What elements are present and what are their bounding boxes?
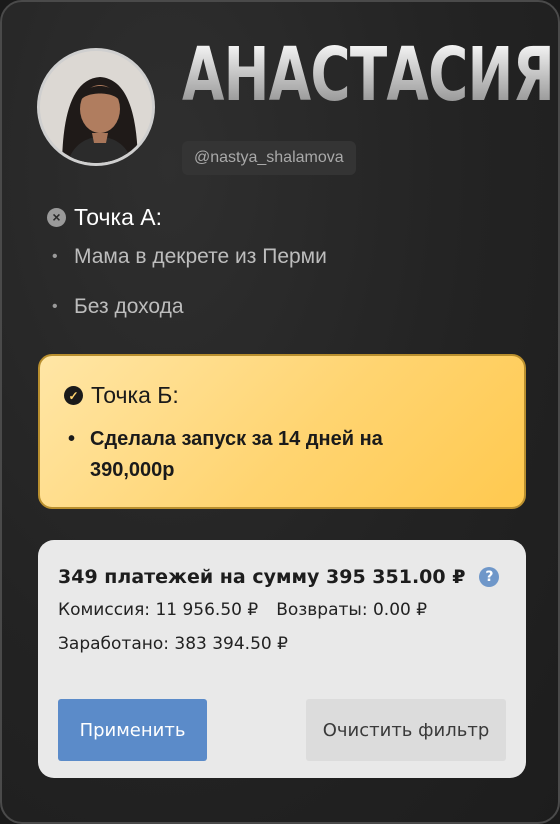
bullet-icon: • [68,428,76,450]
list-item: • Без дохода [52,293,184,321]
profile-handle: @nastya_shalamova [182,141,356,175]
check-circle-icon: ✓ [64,386,83,405]
profile-name: АНАСТАСИЯ [182,32,555,118]
payments-summary-text: 349 платежей на сумму 395 351.00 ₽ [58,566,466,588]
payments-summary: 349 платежей на сумму 395 351.00 ₽ ? [58,566,500,588]
fees-line: Комиссия: 11 956.50 ₽ Возвраты: 0.00 ₽ [58,600,427,620]
profile-card: АНАСТАСИЯ @nastya_shalamova × Точка А: •… [0,0,560,824]
clear-filter-button[interactable]: Очистить фильтр [306,699,506,761]
question-circle-icon[interactable]: ? [479,567,500,587]
earned-line: Заработано: 383 394.50 ₽ [58,634,288,654]
avatar-photo [40,51,152,163]
refunds-text: Возвраты: 0.00 ₽ [276,600,428,620]
point-a-item: Без дохода [74,295,184,318]
point-b-title: Точка Б: [91,382,179,408]
earned-text: Заработано: 383 394.50 ₽ [58,634,288,654]
list-item: • Мама в декрете из Перми [52,243,327,271]
apply-button[interactable]: Применить [58,699,207,761]
point-b-card: ✓ Точка Б: • Сделала запуск за 14 дней н… [38,354,526,509]
point-a-title: Точка А: [74,203,163,230]
bullet-icon: • [52,298,58,315]
point-b-item: Сделала запуск за 14 дней на 390,000р [90,428,383,481]
commission-text: Комиссия: 11 956.50 ₽ [58,600,259,620]
x-circle-icon: × [47,207,66,227]
payments-summary-panel: 349 платежей на сумму 395 351.00 ₽ ? Ком… [38,540,526,778]
point-b-heading: ✓ Точка Б: [64,382,179,409]
avatar [37,48,155,166]
point-a-heading: × Точка А: [47,202,162,232]
bullet-icon: • [52,248,58,265]
point-a-item: Мама в декрете из Перми [74,245,327,268]
list-item: • Сделала запуск за 14 дней на 390,000р [68,424,468,486]
